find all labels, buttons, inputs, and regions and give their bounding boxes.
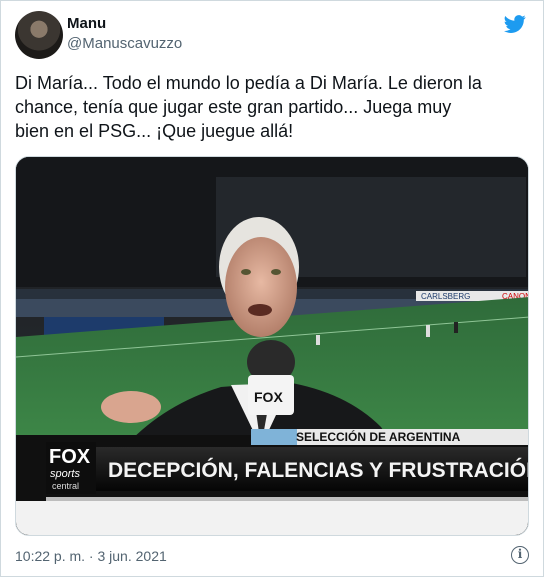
banner-main-text: DECEPCIÓN, FALENCIAS Y FRUSTRACIÓN [108, 458, 529, 482]
avatar[interactable] [15, 11, 63, 59]
tv-screenshot: CARLSBERG CANON FOX SELECCIÓN DE ARGENTI… [16, 157, 529, 535]
author-handle[interactable]: @Manuscavuzzo [67, 35, 182, 52]
tweet-text-line: bien en el PSG... ¡Que juegue allá! [15, 121, 294, 141]
tweet-text-line: Di María... Todo el mundo lo pedía a Di … [15, 73, 482, 93]
author-name[interactable]: Manu [67, 15, 106, 32]
banner-top-text: SELECCIÓN DE ARGENTINA [296, 429, 461, 444]
tweet-text: Di María... Todo el mundo lo pedía a Di … [15, 71, 531, 143]
tweet-timestamp[interactable]: 10:22 p. m. · 3 jun. 2021 [15, 548, 167, 564]
logo-top-text: FOX [49, 446, 91, 468]
logo-bottom-text: sports [50, 468, 80, 480]
mic-logo-text: FOX [254, 389, 283, 405]
twitter-bird-icon[interactable] [503, 13, 527, 35]
info-icon[interactable]: i [511, 546, 529, 564]
tweet-card[interactable]: Manu @Manuscavuzzo Di María... Todo el m… [0, 0, 544, 577]
logo-sub-text: central [52, 481, 79, 491]
tweet-media-image[interactable]: CARLSBERG CANON FOX SELECCIÓN DE ARGENTI… [15, 156, 529, 536]
tweet-text-line: chance, tenía que jugar este gran partid… [15, 97, 452, 117]
ad-board-text: CARLSBERG [421, 292, 470, 301]
fox-sports-logo: FOX sports central [46, 442, 96, 494]
